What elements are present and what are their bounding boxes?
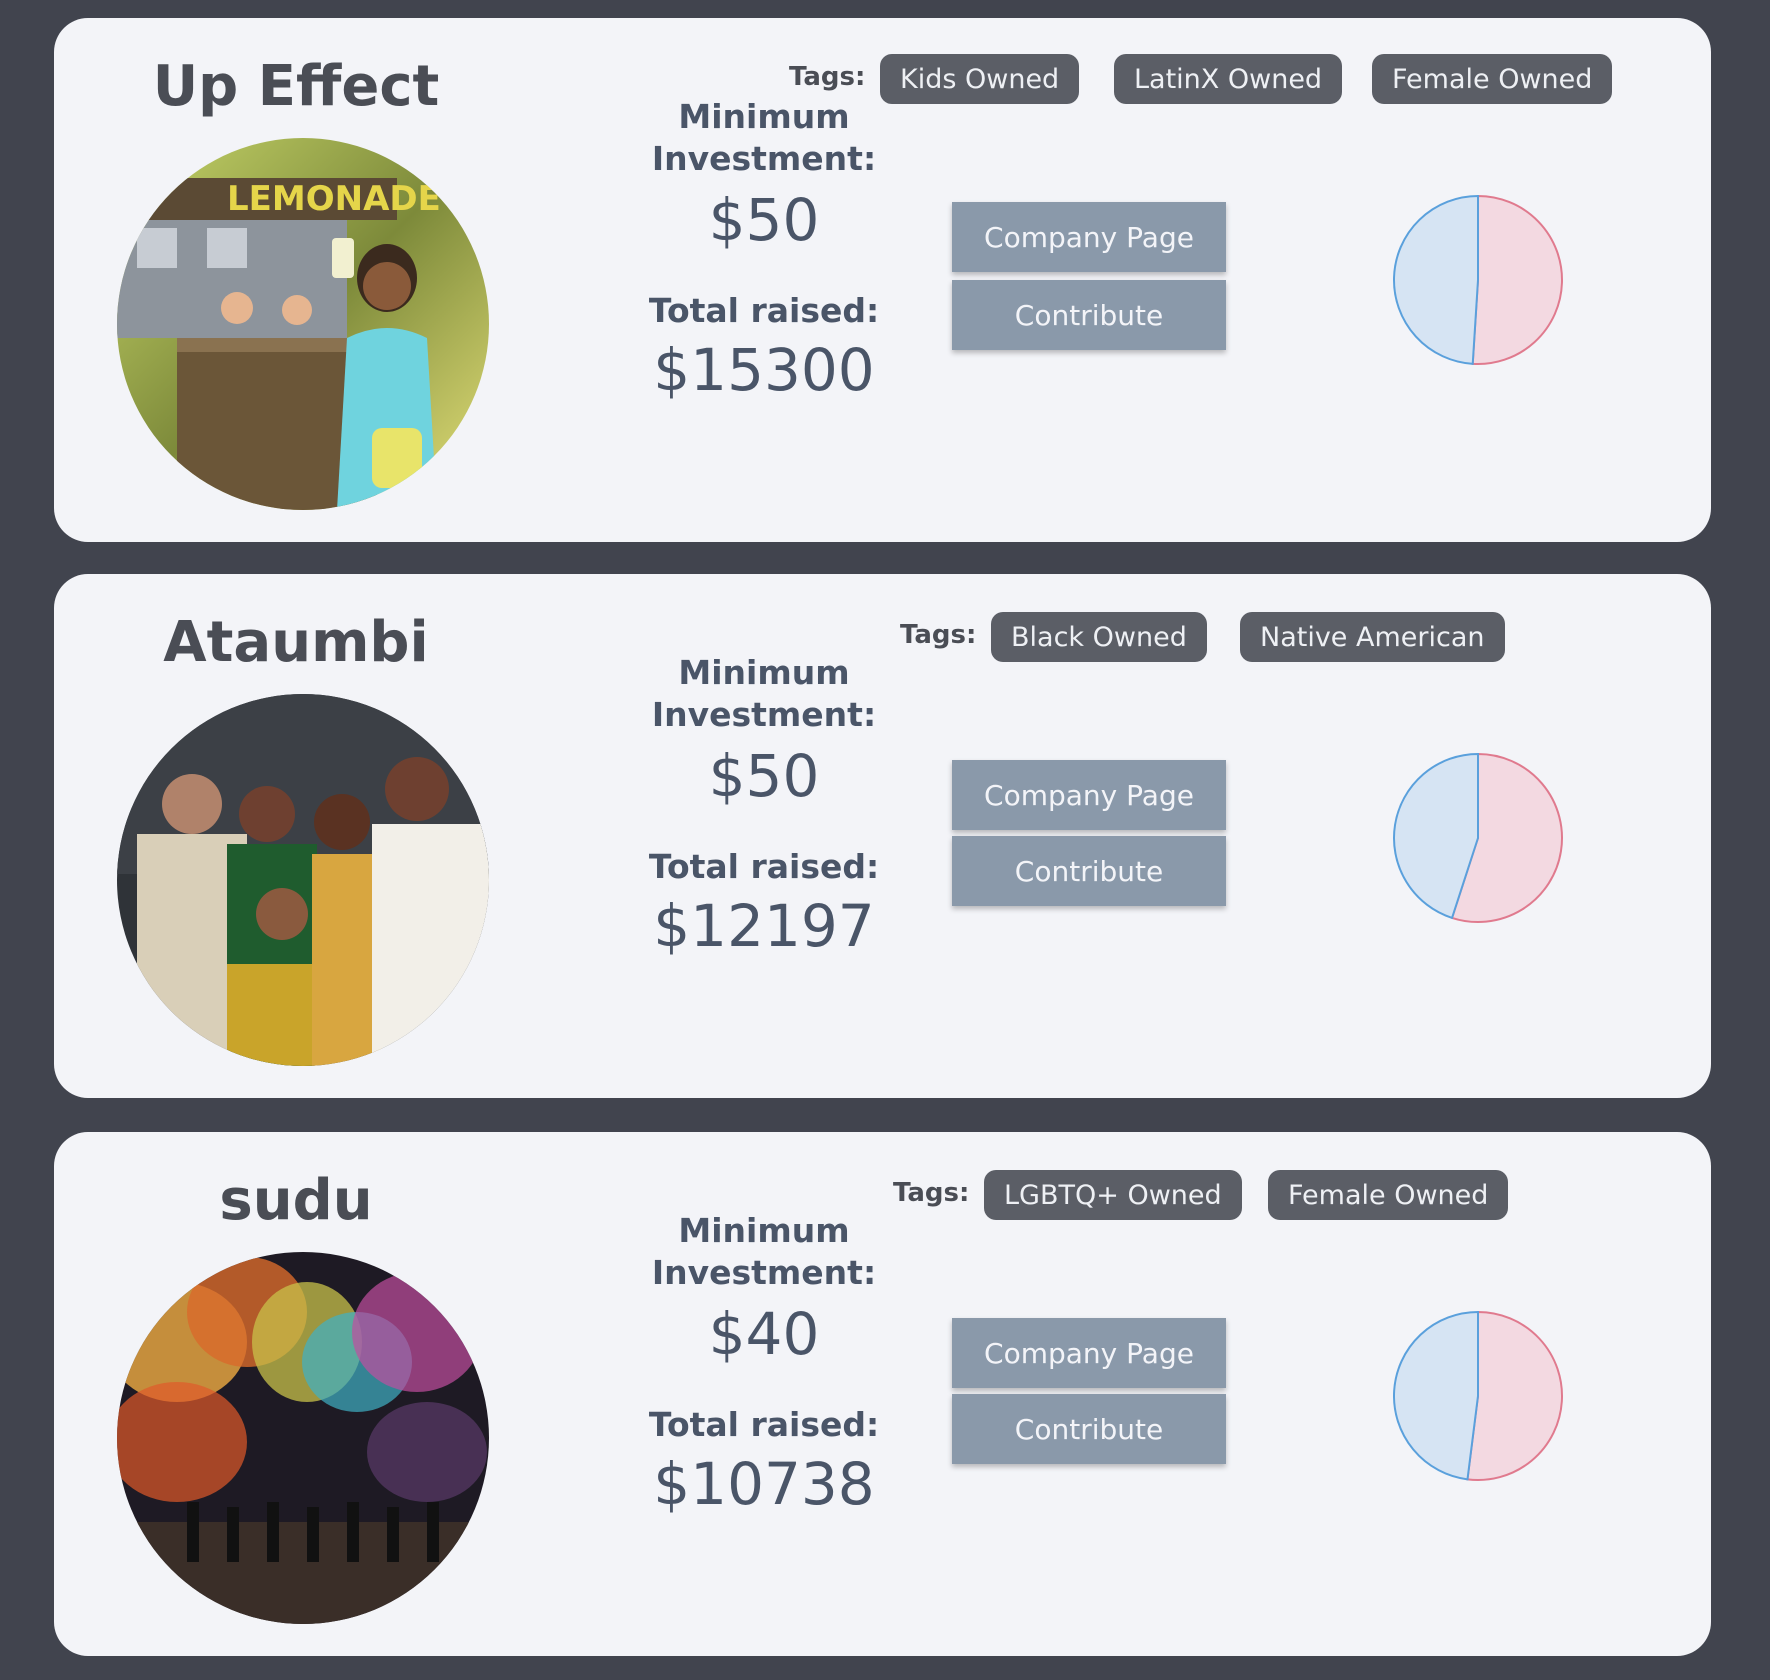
company-page-button[interactable]: Company Page [952,202,1226,272]
total-raised-value: $12197 [653,892,875,960]
min-investment-label: Minimum Investment: [651,97,877,178]
tag-female-owned: Female Owned [1372,54,1613,104]
company-card: sudu Minimum Investment: $40 Total raise… [54,1132,1711,1656]
tags-label: Tags: [900,620,977,650]
company-name: Up Effect [152,54,440,119]
total-raised-label: Total raised: [648,291,880,330]
company-card: Up Effect LEMONADE Minimum Investment: $… [54,18,1711,542]
pie-slice-pink [1471,194,1563,365]
company-name: sudu [219,1168,373,1233]
tag-latinx-owned: LatinX Owned [1114,54,1343,104]
tag-native-american: Native American [1240,612,1505,662]
lemonade-stand-photo: LEMONADE [117,138,489,510]
tag-lgbtq-owned: LGBTQ+ Owned [984,1170,1242,1220]
pie-svg [1393,1310,1563,1481]
company-card-list: Up Effect LEMONADE Minimum Investment: $… [0,0,1770,1680]
contribute-button[interactable]: Contribute [952,836,1226,906]
company-card: Ataumbi Minimum Investment: $50 Total ra… [54,574,1711,1098]
pie-svg [1393,752,1563,923]
pie-slice-blue [1393,194,1479,365]
family-portrait-photo [117,694,489,1066]
tag-black-owned: Black Owned [991,612,1207,662]
investor-pie-chart [1392,752,1564,924]
company-name: Ataumbi [163,610,429,675]
total-raised-value: $10738 [653,1450,875,1518]
min-investment-label: Minimum Investment: [651,1211,877,1292]
pie-slice-pink [1466,1310,1563,1481]
min-investment-value: $50 [708,742,820,810]
company-page-button[interactable]: Company Page [952,760,1226,830]
contribute-button[interactable]: Contribute [952,1394,1226,1464]
svg-text:LEMONADE: LEMONADE [227,179,441,219]
tags-label: Tags: [893,1178,970,1208]
total-raised-label: Total raised: [648,847,880,886]
total-raised-label: Total raised: [648,1405,880,1444]
company-photo [117,694,489,1066]
pie-svg [1393,194,1563,365]
total-raised-value: $15300 [653,336,875,404]
pie-slice-blue [1393,1310,1479,1481]
tags-label: Tags: [789,62,866,92]
investor-pie-chart [1392,194,1564,366]
tag-female-owned: Female Owned [1268,1170,1509,1220]
company-photo [117,1252,489,1624]
company-photo: LEMONADE [117,138,489,510]
min-investment-label: Minimum Investment: [651,653,877,734]
contribute-button[interactable]: Contribute [952,280,1226,350]
company-page-button[interactable]: Company Page [952,1318,1226,1388]
tag-kids-owned: Kids Owned [880,54,1080,104]
min-investment-value: $40 [708,1300,820,1368]
investor-pie-chart [1392,1310,1564,1482]
min-investment-value: $50 [708,186,820,254]
colored-smoke-parade-photo [117,1252,489,1624]
